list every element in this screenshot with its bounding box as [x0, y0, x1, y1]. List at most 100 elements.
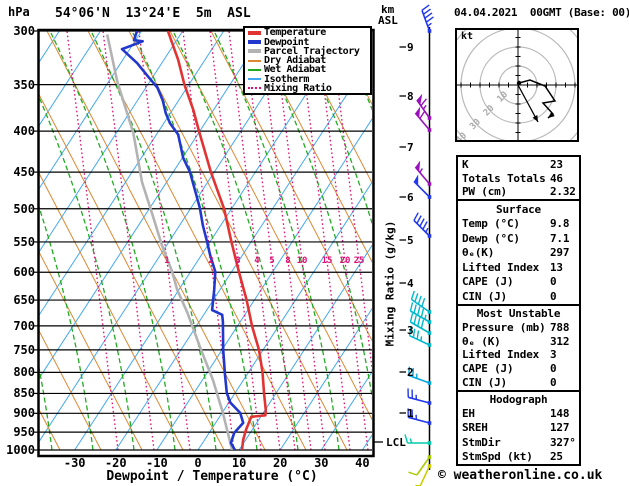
- row-value: 9.8: [550, 217, 570, 230]
- mixing-ratio-axis-label: Mixing Ratio (g/kg): [383, 220, 397, 347]
- isotherm-line-swatch: [248, 78, 261, 80]
- pressure-tick-label: 600: [13, 265, 35, 280]
- mixing-ratio-value-label: 15: [321, 256, 333, 266]
- hodograph-ring-label: 30: [468, 117, 483, 132]
- pressure-tick-label: 500: [13, 201, 35, 216]
- pressure-tick-label: 950: [13, 425, 35, 440]
- table-row: CAPE (J) 0: [458, 362, 579, 375]
- temperature-tick-label: -20: [104, 456, 127, 470]
- row-value: 2.32: [550, 185, 576, 199]
- wet-adiabat-line-swatch: [248, 68, 261, 71]
- pressure-tick-label: 350: [13, 77, 35, 92]
- km-tick-label: 6: [407, 191, 414, 204]
- surface-table: Surface Temp (°C) 9.8 Dewp (°C) 7.1 θₑ(K) 2…: [456, 199, 581, 306]
- row-value: 0: [550, 289, 557, 303]
- row-label: PW (cm): [462, 185, 507, 199]
- pressure-tick-label: 300: [13, 24, 35, 38]
- legend-item-wet-adiabat: Wet Adiabat: [245, 64, 370, 76]
- row-value: 148: [550, 407, 570, 421]
- table-row: Lifted Index 3: [458, 348, 579, 361]
- table-row: SREH 127: [458, 421, 579, 434]
- row-label: Pressure (mb): [462, 320, 546, 334]
- pressure-tick-label: 450: [13, 165, 35, 180]
- lcl-marker-label: LCL: [386, 436, 406, 449]
- row-label: CAPE (J): [462, 275, 514, 288]
- mixing-ratio-line-swatch: [248, 87, 261, 90]
- wind-barb: [413, 174, 432, 199]
- table-row: θₑ(K) 297: [458, 246, 579, 259]
- row-label: Totals Totals: [462, 171, 546, 185]
- table-row: Pressure (mb) 788: [458, 321, 579, 334]
- row-value: 13: [550, 260, 563, 274]
- table-row: StmDir 327°: [458, 436, 579, 449]
- mixing-ratio-value-label: 10: [296, 256, 308, 266]
- row-label: θₑ(K): [462, 246, 495, 259]
- legend: Temperature Dewpoint Parcel Trajectory D…: [243, 26, 372, 95]
- wind-barb: [407, 388, 432, 405]
- row-value: 127: [550, 421, 570, 435]
- table-title: Most Unstable: [476, 306, 561, 320]
- mixing-ratio-value-label: 3: [235, 256, 241, 266]
- table-row: EH 148: [458, 407, 579, 420]
- row-value: 0: [550, 376, 557, 390]
- table-row: Temp (°C) 9.8: [458, 217, 579, 230]
- km-tick-label: 2: [407, 366, 414, 379]
- dry-adiabat-line-swatch: [248, 59, 261, 62]
- row-value: 46: [550, 171, 563, 185]
- legend-label: Wet Adiabat: [264, 64, 326, 76]
- row-value: 0: [550, 362, 557, 376]
- wind-barb: [404, 434, 432, 445]
- pressure-tick-label: 750: [13, 342, 35, 357]
- x-axis-title: Dewpoint / Temperature (°C): [106, 469, 318, 484]
- row-label: CIN (J): [462, 376, 507, 390]
- row-value: 25: [550, 449, 563, 463]
- row-label: StmSpd (kt): [462, 449, 533, 463]
- legend-label: Mixing Ratio: [264, 82, 332, 94]
- row-label: SREH: [462, 421, 488, 435]
- table-title: Surface: [496, 202, 541, 216]
- row-label: StmDir: [462, 435, 501, 449]
- table-row: K 23: [458, 158, 579, 171]
- row-label: CIN (J): [462, 289, 507, 303]
- pressure-tick-label: 1000: [6, 443, 35, 457]
- row-label: θₑ (K): [462, 334, 501, 348]
- mixing-ratio-value-label: 5: [269, 256, 275, 266]
- legend-item-mixing-ratio: Mixing Ratio: [245, 82, 370, 94]
- mixing-ratio-value-label: 4: [254, 256, 260, 266]
- pressure-axis-unit: hPa: [8, 5, 30, 19]
- hodograph-ring-label: 20: [482, 104, 497, 119]
- row-value: 23: [550, 157, 563, 171]
- wind-barb: [415, 464, 432, 486]
- row-value: 3: [550, 348, 557, 362]
- table-row: Dewp (°C) 7.1: [458, 232, 579, 245]
- skewt-sounding-page: hPa 54°06'N 13°24'E 5m ASL 04.04.2021 00…: [0, 0, 629, 486]
- parcel-line-swatch: [248, 49, 261, 54]
- mixing-ratio-value-label: 1: [164, 256, 170, 266]
- temperature-line-swatch: [248, 30, 261, 35]
- mixing-ratio-value-label: 8: [285, 256, 291, 266]
- dewpoint-line-swatch: [248, 40, 261, 44]
- pressure-tick-label: 700: [13, 318, 35, 333]
- temperature-tick-label: 30: [314, 456, 329, 470]
- legend-label: Temperature: [264, 27, 326, 39]
- hodograph-ring-label: 10: [496, 90, 511, 105]
- indices-table: K 23 Totals Totals 46 PW (cm) 2.32: [456, 155, 581, 201]
- table-row: Lifted Index 13: [458, 261, 579, 274]
- km-tick-label: 1: [407, 407, 414, 420]
- hodograph-plot: 10203040: [441, 8, 595, 162]
- row-value: 0: [550, 275, 557, 288]
- row-label: EH: [462, 407, 475, 421]
- most-unstable-table: Most Unstable Pressure (mb) 788 θₑ (K) 312…: [456, 304, 581, 392]
- table-row: StmSpd (kt) 25: [458, 450, 579, 463]
- temperature-tick-label: -30: [63, 456, 86, 470]
- row-label: Dewp (°C): [462, 231, 520, 245]
- altitude-axis-unit-asl: ASL: [378, 14, 398, 27]
- row-label: Temp (°C): [462, 217, 520, 230]
- run-datetime: 04.04.2021 00GMT (Base: 00): [454, 6, 629, 19]
- temperature-tick-label: 10: [231, 456, 247, 470]
- pressure-tick-label: 650: [13, 293, 35, 308]
- row-label: Lifted Index: [462, 260, 540, 274]
- legend-item-temperature: Temperature: [245, 27, 370, 39]
- pressure-tick-label: 850: [13, 386, 35, 401]
- mixing-ratio-value-label: 25: [353, 256, 365, 266]
